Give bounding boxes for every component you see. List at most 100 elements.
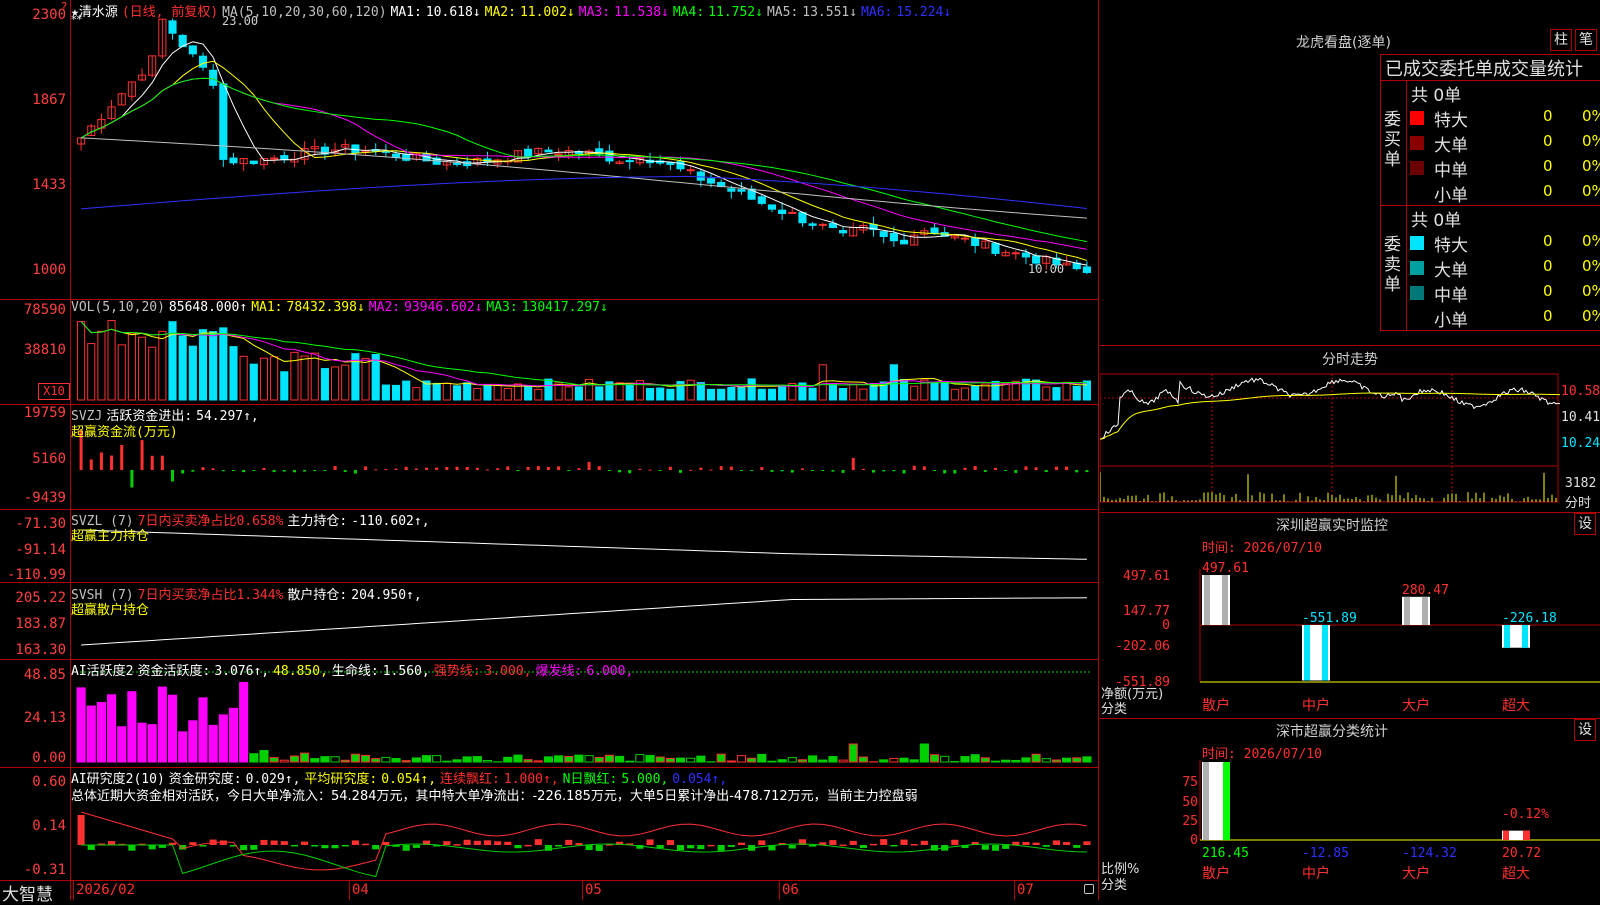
ai2-bar [728, 845, 735, 847]
ai1-y-axis: 48.8524.130.00 [0, 660, 70, 767]
ai2-bar [108, 841, 115, 845]
candle-body [687, 170, 694, 171]
svzj-bar [913, 466, 916, 470]
intraday-y-tick: 10.58 [1561, 384, 1600, 399]
ai2-bar [677, 845, 684, 850]
intraday-vol-unit: 分时 [1565, 492, 1591, 511]
vol-unit-badge[interactable]: X10 [38, 383, 70, 400]
period-label[interactable]: (日线, 前复权) [122, 5, 218, 20]
intraday-y-tick: 10.41 [1561, 410, 1600, 425]
svzj-bar [933, 470, 936, 471]
svzj-bar [872, 470, 875, 473]
monitor-value-label: -551.89 [1302, 611, 1357, 626]
color-swatch-icon [1410, 311, 1424, 325]
stat-row: 大单00% [1410, 256, 1600, 280]
vol-ma-value-3: 130417.297↓ [522, 300, 608, 315]
stock-name: 清水源 [79, 5, 118, 20]
volume-bar [616, 383, 623, 400]
svzj-bar [547, 467, 550, 470]
stat-p: 0% [1582, 132, 1600, 150]
monitor-category: 大户 [1402, 697, 1430, 714]
ai1-bar [361, 755, 369, 762]
ai1-bar [636, 755, 644, 762]
ai1-label: 资金活跃度: [137, 664, 210, 679]
ai1-value5: 6.000, [586, 664, 633, 679]
lock-icon[interactable] [1084, 884, 1094, 894]
volume-bar [972, 386, 979, 400]
candle-body [931, 228, 938, 234]
svzj-bar [141, 440, 144, 470]
y-tick: 0.14 [32, 818, 66, 834]
ai1-bar [504, 757, 512, 762]
ai2-bar [220, 840, 227, 845]
volume-bar [748, 379, 755, 400]
svzj-bar [760, 467, 763, 470]
vol-value: 85648.000↑ [169, 300, 247, 315]
tick-view-button[interactable]: 笔 [1575, 29, 1597, 51]
stat-name: 大单 [1434, 131, 1468, 156]
ai1-bar [107, 695, 115, 762]
volume-bar [951, 389, 958, 400]
ai1-bar [727, 761, 735, 762]
svzj-bar [313, 470, 316, 471]
volume-bar [961, 388, 968, 400]
candle-body [707, 179, 714, 183]
volume-bar [758, 389, 765, 400]
lhb-title: 龙虎看盘(逐单) [1296, 32, 1391, 52]
charts-canvas[interactable] [0, 0, 1099, 900]
volume-bar [250, 364, 257, 400]
stat-v: 0 [1543, 182, 1553, 200]
y-tick: 163.30 [15, 642, 66, 658]
classify-chart[interactable]: 7550250216.45散户-12.85中户-124.32大户20.72超大-… [1100, 760, 1600, 900]
logo[interactable]: 大智慧 [2, 880, 53, 905]
volume-bar [738, 386, 745, 400]
volume-bar [260, 358, 267, 400]
svzj-bar [588, 462, 591, 470]
svzj-bar [608, 470, 611, 471]
vol-header: VOL(5,10,20)85648.000↑MA1:78432.398↓MA2:… [71, 300, 616, 315]
svzj-bar [110, 456, 113, 470]
classify-small-label: -0.12% [1502, 807, 1549, 822]
svzj-bar [821, 470, 824, 471]
monitor-chart[interactable]: 497.61147.770-202.06-551.89497.61散户-551.… [1100, 555, 1600, 715]
ai1-bar [717, 754, 725, 762]
stat-p: 0% [1582, 282, 1600, 300]
volume-bar [1053, 388, 1060, 400]
ai1-bar [656, 757, 664, 762]
ai1-bar [1063, 758, 1071, 762]
monitor-settings-button[interactable]: 设 [1574, 513, 1596, 535]
ai2-bar [149, 845, 156, 849]
date-tick: 05 [585, 882, 602, 898]
ai1-bar [809, 756, 817, 762]
intraday-chart[interactable] [1100, 368, 1600, 510]
ai2-y-axis: 0.600.14-0.31 [0, 768, 70, 880]
ai1-value: 3.076↑, [214, 664, 269, 679]
column-view-button[interactable]: 柱 [1550, 29, 1572, 51]
candle-body [768, 205, 775, 209]
classify-settings-button[interactable]: 设 [1574, 719, 1596, 741]
vol-title: VOL(5,10,20) [71, 300, 165, 315]
volume-bar [697, 383, 704, 400]
ai2-bar [1012, 842, 1019, 845]
ai1-bar [168, 695, 176, 762]
ai2-bar [474, 841, 481, 845]
chart-area[interactable]: ? ★清水源(日线, 前复权)MA(5,10,20,30,60,120)MA1:… [0, 0, 1099, 900]
svzj-bar [486, 470, 489, 471]
svzj-bar [638, 469, 641, 470]
candle-body [799, 213, 806, 223]
color-swatch-icon [1410, 111, 1424, 125]
svzj-bar [659, 470, 662, 471]
vol-ma-label-3: MA3: [486, 300, 517, 315]
monitor-y-tick: 0 [1162, 618, 1170, 633]
ai1-bar [453, 760, 461, 762]
stat-row: 大单00% [1410, 131, 1600, 155]
volume-bar [707, 389, 714, 400]
ai1-bar [971, 755, 979, 762]
svzj-bar [811, 470, 814, 471]
ai2-bar [992, 845, 999, 851]
ma-label-2: MA2: [485, 5, 516, 20]
ai2-bar [372, 845, 379, 849]
volume-bar [718, 389, 725, 400]
candle-body [890, 233, 897, 240]
volume-bar [149, 347, 156, 400]
